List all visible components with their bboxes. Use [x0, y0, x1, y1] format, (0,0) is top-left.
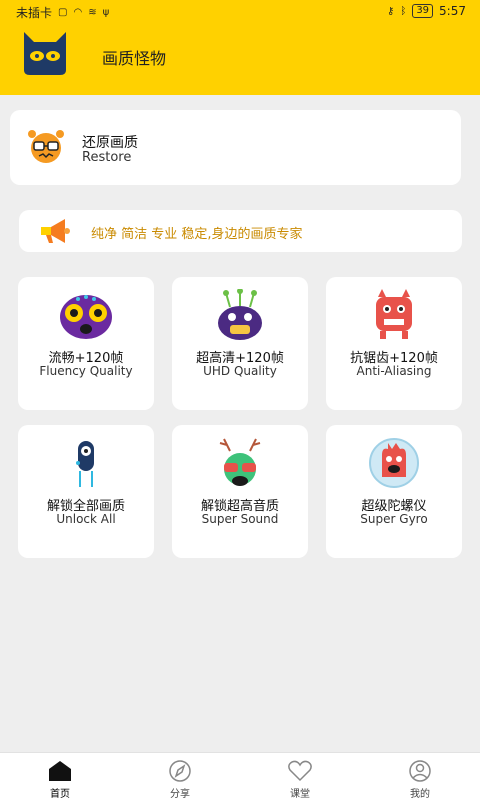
- tile-subtitle: UHD Quality: [203, 364, 277, 378]
- battery-icon: 39: [412, 4, 434, 18]
- key-icon: ⚷: [386, 5, 395, 17]
- nav-share[interactable]: 分享: [120, 753, 240, 800]
- user-icon: [409, 760, 431, 782]
- tile-subtitle: Fluency Quality: [39, 364, 133, 378]
- heart-icon: [288, 760, 312, 782]
- tile-subtitle: Anti-Aliasing: [356, 364, 432, 378]
- tile-subtitle: Unlock All: [56, 512, 116, 526]
- nav-label: 首页: [50, 789, 70, 800]
- usb-icon: ψ: [102, 7, 110, 18]
- nav-label: 课堂: [290, 789, 310, 800]
- sim-icon: ▢: [58, 7, 68, 18]
- red-monster-icon: [376, 289, 412, 339]
- nav-home[interactable]: 首页: [0, 753, 120, 800]
- antler-monster-icon: [219, 438, 261, 486]
- tile-fluency-quality[interactable]: 流畅+120帧 Fluency Quality: [18, 277, 154, 410]
- wifi-icon: ◠: [73, 7, 83, 18]
- tile-subtitle: Super Gyro: [360, 512, 428, 526]
- app-logo-icon: [24, 32, 66, 75]
- app-header: 未插卡 ▢ ◠ ≋ ψ ⚷ ᛒ 39 5:57 画质怪物: [0, 0, 480, 95]
- tile-super-sound[interactable]: 解锁超高音质 Super Sound: [172, 425, 308, 558]
- nav-profile[interactable]: 我的: [360, 753, 480, 800]
- slogan-text: 纯净 简洁 专业 稳定,身边的画质专家: [91, 227, 303, 242]
- bubble-monster-icon: [369, 438, 419, 488]
- nav-label: 我的: [410, 789, 430, 800]
- restore-title: 还原画质: [82, 135, 138, 151]
- purple-monster-icon: [60, 295, 112, 339]
- restore-card[interactable]: 还原画质 Restore: [10, 110, 461, 185]
- antenna-monster-icon: [218, 289, 262, 340]
- compass-icon: [169, 760, 191, 782]
- bottom-nav: 首页 分享 课堂 我的: [0, 752, 480, 800]
- tile-anti-aliasing[interactable]: 抗锯齿+120帧 Anti-Aliasing: [326, 277, 462, 410]
- tile-uhd-quality[interactable]: 超高清+120帧 UHD Quality: [172, 277, 308, 410]
- tile-subtitle: Super Sound: [201, 512, 279, 526]
- carrier-text: 未插卡: [16, 6, 53, 20]
- restore-subtitle: Restore: [82, 150, 132, 165]
- tile-super-gyro[interactable]: 超级陀螺仪 Super Gyro: [326, 425, 462, 558]
- megaphone-icon: [41, 219, 70, 243]
- nav-label: 分享: [170, 789, 190, 800]
- app-title: 画质怪物: [102, 49, 167, 68]
- nfc-icon: ≋: [88, 7, 97, 18]
- restore-monster-icon: [28, 130, 64, 163]
- clock: 5:57: [439, 4, 466, 18]
- home-icon: [49, 761, 71, 781]
- slogan-banner: 纯净 简洁 专业 稳定,身边的画质专家: [19, 210, 462, 252]
- one-eyed-monster-icon: [76, 441, 94, 487]
- status-bar: 未插卡 ▢ ◠ ≋ ψ ⚷ ᛒ 39 5:57: [0, 0, 480, 24]
- nav-class[interactable]: 课堂: [240, 753, 360, 800]
- tile-unlock-all[interactable]: 解锁全部画质 Unlock All: [18, 425, 154, 558]
- bluetooth-icon: ᛒ: [400, 5, 407, 17]
